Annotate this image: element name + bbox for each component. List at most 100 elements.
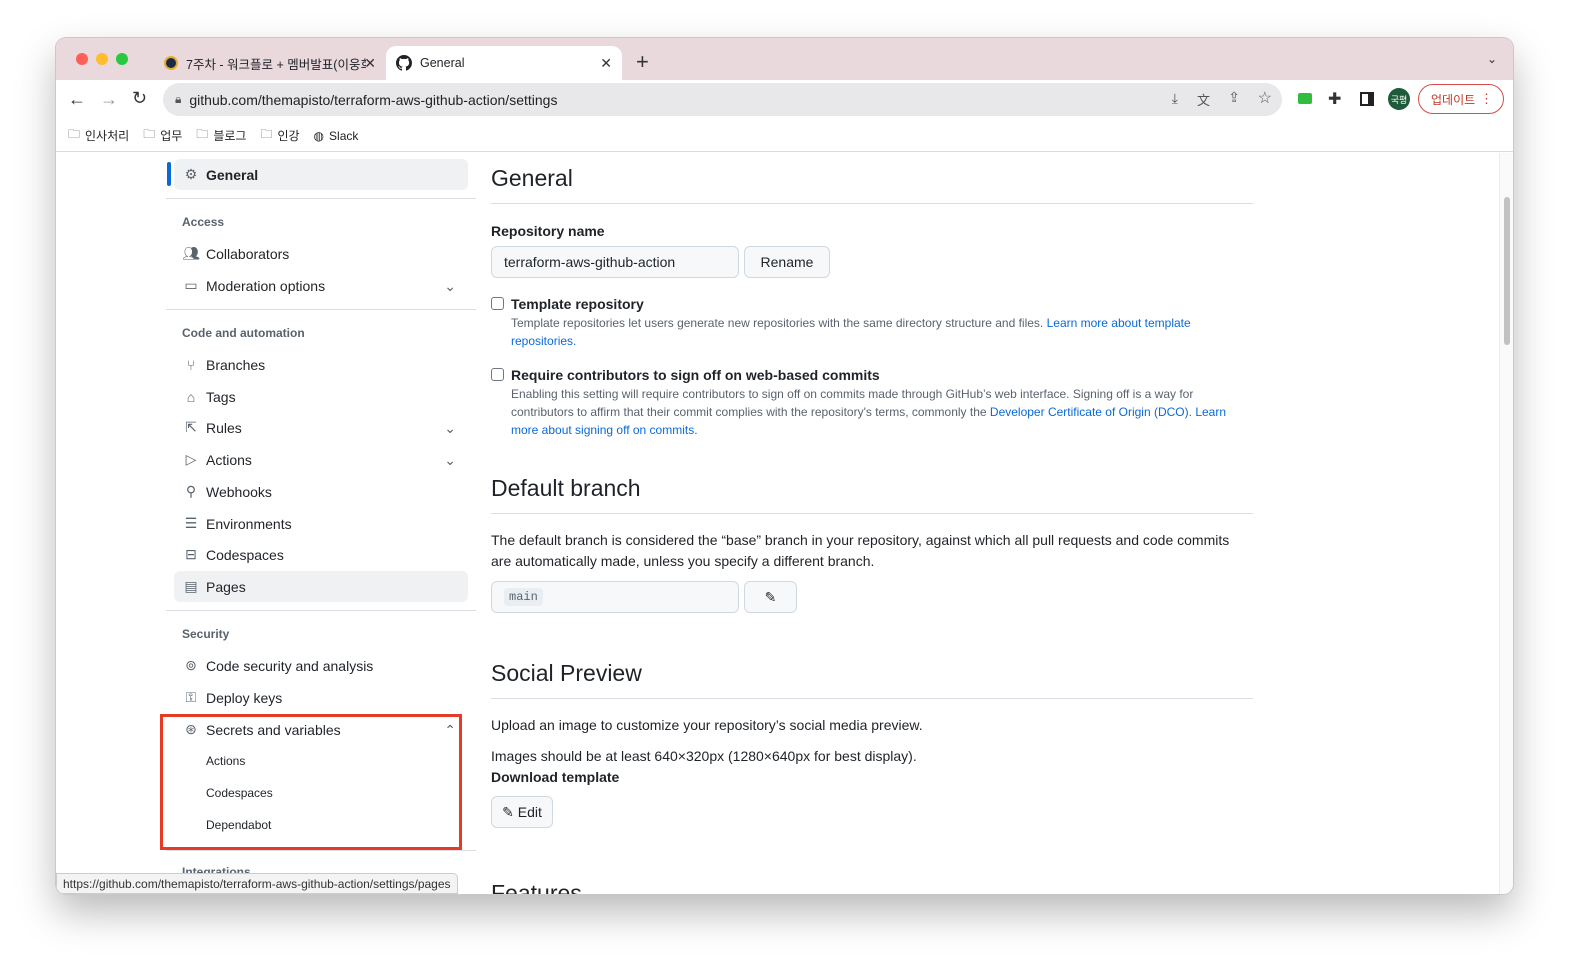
folder-icon: 🗀 — [68, 127, 81, 141]
update-button[interactable]: 업데이트 ⋮ — [1418, 84, 1504, 114]
sidebar-item-label: Tags — [206, 388, 236, 405]
kebab-menu-icon[interactable]: ⋮ — [1480, 91, 1493, 107]
install-icon[interactable]: ⤓ — [1172, 90, 1178, 107]
page-scrollbar[interactable] — [1499, 153, 1513, 894]
divider — [166, 850, 476, 851]
tab-title: General — [420, 56, 465, 70]
github-icon — [396, 55, 412, 71]
section-heading-code: Code and automation — [182, 326, 305, 340]
people-icon: 👥︎ — [182, 245, 200, 261]
close-tab-icon[interactable]: ✕ — [600, 55, 612, 72]
bookmark-star-icon[interactable]: ☆ — [1258, 88, 1272, 108]
sidebar-item-branches[interactable]: ⑂ Branches — [174, 349, 468, 380]
sidebar-item-rules[interactable]: ⇱ Rules ⌄ — [174, 412, 468, 443]
download-template-link[interactable]: Download template — [491, 767, 619, 788]
social-preview-size: Images should be at least 640×320px (128… — [491, 748, 917, 764]
chevron-down-icon: ⌄ — [444, 452, 456, 468]
branch-name: main — [504, 588, 543, 606]
template-repo-label: Template repository — [511, 296, 644, 312]
status-bar-url: https://github.com/themapisto/terraform-… — [56, 873, 458, 894]
edit-social-button[interactable]: ✎ Edit — [491, 796, 553, 828]
sidebar-item-label: Collaborators — [206, 245, 290, 262]
globe-icon: ◍ — [313, 128, 325, 143]
browser-toolbar: ← → ↻ 🔒︎ github.com/themapisto/terraform… — [56, 80, 1513, 120]
extensions-icon[interactable]: ✚ — [1328, 89, 1341, 109]
folder-icon: 🗀 — [196, 127, 209, 141]
bookmark-folder[interactable]: 🗀 인사처리 — [68, 125, 129, 146]
signoff-checkbox[interactable] — [491, 368, 504, 381]
sidebar-item-moderation[interactable]: ▭ Moderation options ⌄ — [174, 270, 468, 301]
bookmark-folder[interactable]: 🗀 인강 — [260, 125, 299, 146]
pencil-icon: ✎ — [502, 803, 514, 820]
sidebar-item-deploy-keys[interactable]: ⚿ Deploy keys — [174, 682, 468, 713]
translate-icon[interactable]: 文 — [1197, 90, 1210, 109]
tab-title: 7주차 - 워크플로 + 멤버발표(이웅희 — [186, 57, 366, 72]
back-icon[interactable]: ← — [68, 89, 86, 110]
page-title: General — [491, 165, 573, 191]
browser-tab-active[interactable]: General ✕ — [386, 46, 622, 80]
sidebar-item-label: Branches — [206, 356, 266, 373]
sidebar-item-tags[interactable]: ⌂ Tags — [174, 381, 468, 412]
bookmark-link[interactable]: ◍ Slack — [314, 129, 359, 143]
reload-icon[interactable]: ↻ — [132, 88, 147, 109]
repo-name-input[interactable]: terraform-aws-github-action — [491, 246, 739, 278]
sidebar-item-label: Deploy keys — [206, 689, 283, 706]
sidebar-item-code-security[interactable]: ⊚ Code security and analysis — [174, 650, 468, 681]
new-tab-icon[interactable]: + — [636, 49, 649, 75]
comment-icon: ▭ — [184, 277, 198, 293]
gear-icon: ⚙ — [184, 166, 198, 182]
template-repo-description: Template repositories let users generate… — [511, 314, 1251, 350]
branch-icon: ⑂ — [186, 356, 196, 373]
bookmark-label: 인사처리 — [85, 129, 130, 143]
cast-icon[interactable] — [1298, 93, 1312, 104]
profile-avatar[interactable]: 국평 — [1388, 88, 1410, 110]
edit-branch-button[interactable]: ✎ — [744, 581, 797, 613]
zoom-window-button[interactable] — [116, 53, 128, 65]
social-preview-description: Upload an image to customize your reposi… — [491, 717, 923, 733]
bookmark-folder[interactable]: 🗀 업무 — [143, 125, 182, 146]
sidebar-item-collaborators[interactable]: 👥︎ Collaborators — [174, 238, 468, 269]
sidebar-item-label: Actions — [206, 451, 252, 468]
pencil-icon: ✎ — [764, 588, 777, 605]
moon-icon — [164, 56, 178, 70]
sidebar-item-general[interactable]: ⚙ General — [174, 159, 468, 190]
rename-button[interactable]: Rename — [744, 246, 830, 278]
divider — [491, 698, 1253, 699]
active-indicator — [167, 162, 171, 186]
scrollbar-thumb[interactable] — [1504, 197, 1510, 345]
sidebar-item-pages[interactable]: ▤ Pages — [174, 571, 468, 602]
repo-push-icon: ⇱ — [185, 419, 197, 435]
dco-link[interactable]: Developer Certificate of Origin (DCO) — [990, 405, 1189, 419]
template-repo-checkbox[interactable] — [491, 297, 504, 310]
minimize-window-button[interactable] — [96, 53, 108, 65]
sidebar-item-codespaces[interactable]: ⊟ Codespaces — [174, 539, 468, 570]
sidebar-item-actions[interactable]: ▷ Actions ⌄ — [174, 444, 468, 475]
signoff-description: Enabling this setting will require contr… — [511, 387, 1227, 437]
divider — [491, 203, 1253, 204]
webhook-icon: ⚲ — [185, 483, 197, 499]
browser-tab-inactive[interactable]: 7주차 - 워크플로 + 멤버발표(이웅희 ✕ — [154, 46, 386, 80]
side-panel-icon[interactable] — [1360, 92, 1374, 106]
close-tab-icon[interactable]: ✕ — [364, 55, 376, 72]
close-window-button[interactable] — [76, 53, 88, 65]
description-text: Template repositories let users generate… — [511, 316, 1047, 330]
share-icon[interactable]: ⇪ — [1228, 89, 1240, 106]
sidebar-item-label: Rules — [206, 419, 242, 436]
tab-list-chevron-icon[interactable]: ⌄ — [1487, 52, 1497, 66]
forward-icon[interactable]: → — [100, 89, 118, 110]
sidebar-item-webhooks[interactable]: ⚲ Webhooks — [174, 476, 468, 507]
folder-icon: 🗀 — [260, 127, 273, 141]
address-bar[interactable]: 🔒︎ github.com/themapisto/terraform-aws-g… — [163, 83, 1282, 116]
sidebar-item-label: Moderation options — [206, 277, 326, 294]
bookmark-label: 인강 — [277, 129, 300, 143]
tag-icon: ⌂ — [186, 388, 196, 405]
codescan-icon: ⊚ — [185, 657, 197, 673]
lock-icon: 🔒︎ — [175, 92, 182, 106]
default-branch-field: main — [491, 581, 739, 613]
default-branch-description: The default branch is considered the “ba… — [491, 532, 1230, 569]
sidebar-item-label: General — [206, 166, 259, 183]
bookmark-folder[interactable]: 🗀 블로그 — [196, 125, 246, 146]
tab-strip: 7주차 - 워크플로 + 멤버발표(이웅희 ✕ General ✕ + ⌄ — [56, 38, 1513, 80]
sidebar-item-environments[interactable]: ☰ Environments — [174, 508, 468, 539]
sidebar-item-label: Webhooks — [206, 483, 272, 500]
